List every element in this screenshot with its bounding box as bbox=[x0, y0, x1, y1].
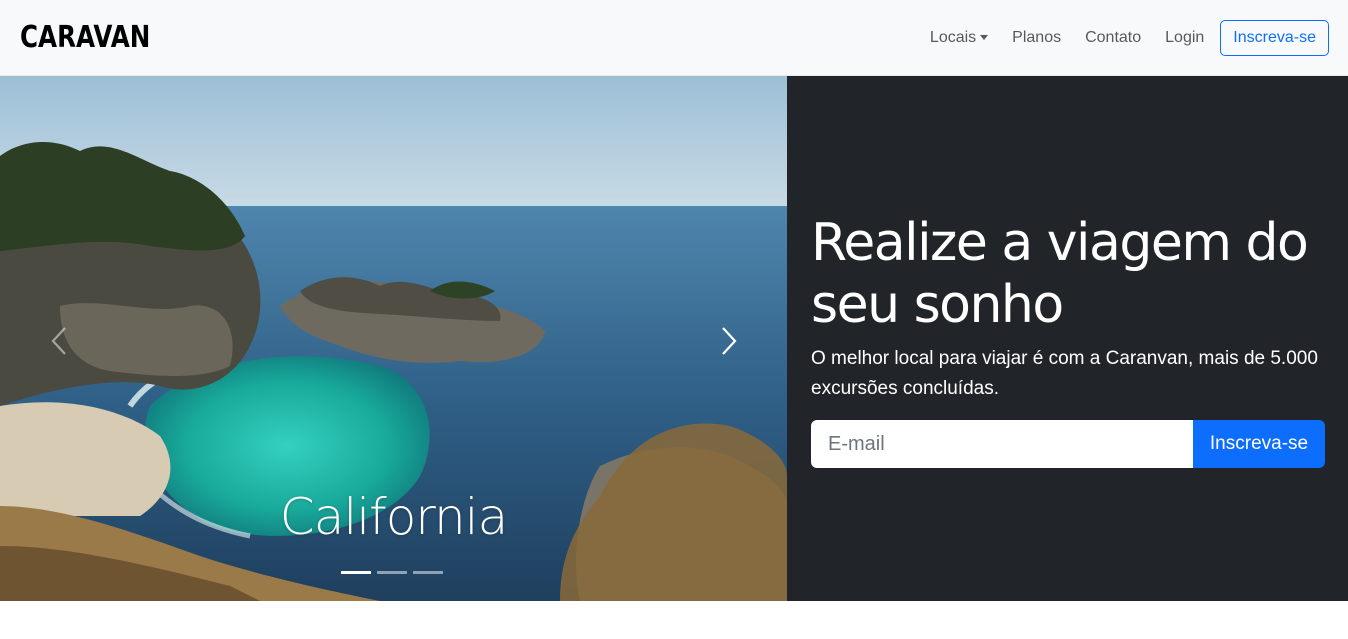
carousel-indicator[interactable] bbox=[341, 571, 371, 574]
carousel-indicators bbox=[341, 571, 443, 574]
nav-item-login[interactable]: Login bbox=[1153, 21, 1216, 55]
caret-down-icon bbox=[980, 35, 989, 40]
signup-nav-button[interactable]: Inscreva-se bbox=[1220, 19, 1329, 56]
hero-section: California Realize a viagem do seu sonho… bbox=[0, 76, 1348, 601]
nav-item-planos[interactable]: Planos bbox=[1000, 21, 1073, 55]
carousel-prev-button[interactable] bbox=[48, 326, 72, 356]
carousel-caption: California bbox=[279, 488, 508, 546]
image-carousel: California bbox=[0, 76, 787, 601]
carousel-indicator[interactable] bbox=[377, 571, 407, 574]
carousel-next-button[interactable] bbox=[716, 326, 740, 356]
email-input[interactable] bbox=[811, 420, 1193, 468]
carousel-indicator[interactable] bbox=[413, 571, 443, 574]
navbar: CARAVAN Locais Planos Contato Login Insc… bbox=[0, 0, 1348, 76]
signup-form: Inscreva-se bbox=[811, 420, 1325, 468]
signup-panel: Realize a viagem do seu sonho O melhor l… bbox=[787, 76, 1348, 601]
hero-lead: O melhor local para viajar é com a Caran… bbox=[811, 348, 1318, 399]
chevron-right-icon bbox=[722, 327, 737, 355]
hero-headline: Realize a viagem do seu sonho bbox=[811, 213, 1309, 335]
nav-item-contato[interactable]: Contato bbox=[1073, 21, 1153, 55]
nav-item-locais-dropdown[interactable]: Locais bbox=[918, 21, 1000, 55]
signup-submit-button[interactable]: Inscreva-se bbox=[1193, 420, 1325, 468]
nav-menu: Locais Planos Contato Login Inscreva-se bbox=[918, 19, 1329, 56]
nav-item-label: Locais bbox=[929, 28, 977, 46]
chevron-left-icon bbox=[51, 327, 66, 355]
brand-logo[interactable]: CARAVAN bbox=[20, 22, 150, 53]
